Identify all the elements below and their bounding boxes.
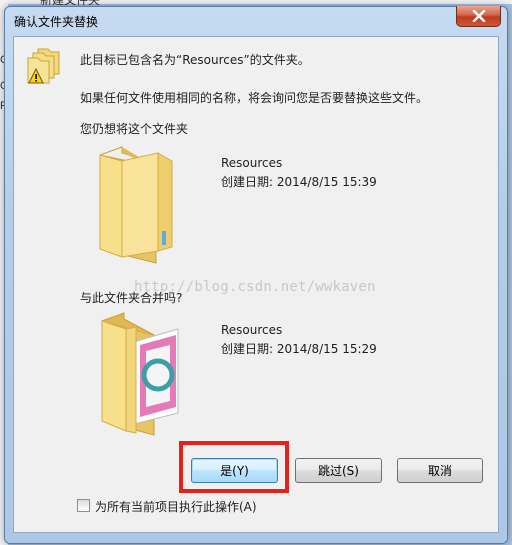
source-folder-name: Resources [221, 156, 283, 170]
confirm-folder-replace-dialog: 确认文件夹替换 此目标已包含名为“Resources”的文件夹。 如果任何文件使… [4, 6, 508, 544]
source-folder-icon [99, 146, 173, 264]
skip-button[interactable]: 跳过(S) [295, 458, 382, 483]
close-button[interactable] [456, 6, 501, 27]
target-folder-name: Resources [221, 323, 283, 337]
apply-to-all-checkbox[interactable] [77, 499, 90, 512]
apply-to-all-label[interactable]: 为所有当前项目执行此操作(A) [95, 498, 257, 515]
yes-button[interactable]: 是(Y) [191, 458, 278, 483]
question-text-1: 您仍想将这个文件夹 [80, 122, 189, 136]
watermark: http://blog.csdn.net/wwkaven [134, 279, 376, 295]
message-text: 此目标已包含名为“Resources”的文件夹。 [80, 53, 310, 67]
dialog-title: 确认文件夹替换 [14, 15, 99, 29]
warning-folder-icon [27, 48, 60, 84]
explanation-text: 如果任何文件使用相同的名称，将会询问您是否要替换这些文件。 [80, 91, 429, 105]
target-folder-created: 创建日期: 2014/8/15 15:29 [221, 342, 377, 356]
dialog-content: 此目标已包含名为“Resources”的文件夹。 如果任何文件使用相同的名称，将… [13, 36, 499, 533]
cancel-button[interactable]: 取消 [397, 458, 483, 483]
source-folder-created: 创建日期: 2014/8/15 15:39 [221, 175, 377, 189]
target-folder-icon [101, 312, 179, 436]
close-icon [472, 10, 485, 22]
